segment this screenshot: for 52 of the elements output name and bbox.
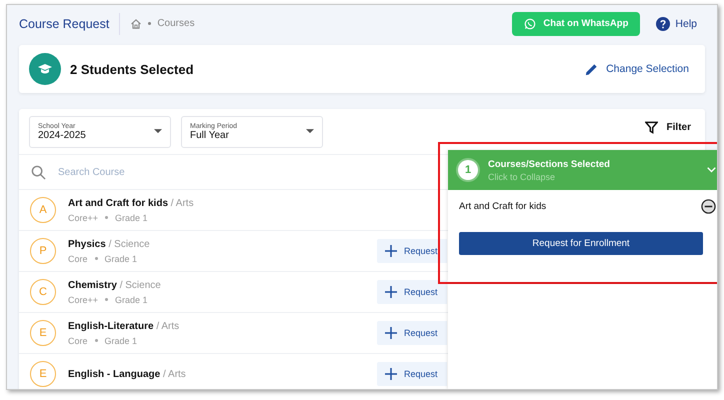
course-initial-avatar: P bbox=[30, 238, 56, 264]
separator-dot bbox=[94, 257, 98, 260]
separator-dot bbox=[105, 216, 108, 219]
help-icon bbox=[656, 16, 670, 30]
course-initial-avatar: E bbox=[30, 361, 56, 387]
separator-dot bbox=[105, 298, 108, 301]
separator-dot bbox=[94, 339, 98, 342]
request-enrollment-button[interactable]: Request for Enrollment bbox=[459, 232, 703, 255]
course-grade: Grade 1 bbox=[115, 294, 148, 304]
course-level: Core++ bbox=[68, 212, 98, 222]
course-title: English-Literature / Arts bbox=[68, 320, 180, 332]
request-course-button[interactable]: Request bbox=[377, 239, 447, 263]
caret-icon bbox=[306, 129, 314, 134]
chat-bubble-icon bbox=[524, 18, 536, 30]
change-selection-button[interactable]: Change Selection bbox=[578, 60, 695, 78]
funnel-icon bbox=[644, 121, 658, 134]
course-grade: Grade 1 bbox=[115, 212, 148, 222]
plus-icon bbox=[385, 286, 397, 298]
remove-icon[interactable] bbox=[701, 198, 716, 214]
course-title: Physics / Science bbox=[68, 238, 150, 250]
panel-subtitle: Click to Collapse bbox=[488, 172, 556, 182]
caret-icon bbox=[154, 129, 162, 134]
request-course-button[interactable]: Request bbox=[377, 280, 447, 304]
course-title: Chemistry / Science bbox=[68, 280, 161, 290]
page-title: Course Request bbox=[19, 16, 110, 30]
plus-icon bbox=[385, 245, 397, 257]
students-selected-label: 2 Students Selected bbox=[70, 62, 194, 76]
course-title: English - Language / Arts bbox=[68, 368, 186, 380]
filter-button[interactable]: Filter bbox=[644, 121, 691, 134]
search-icon bbox=[31, 164, 46, 180]
course-level: Core bbox=[68, 336, 88, 346]
course-grade: Grade 1 bbox=[104, 336, 138, 346]
separator-dot bbox=[148, 22, 152, 25]
course-grade: Grade 1 bbox=[104, 254, 138, 264]
plus-icon bbox=[385, 368, 397, 380]
help-button[interactable]: Help bbox=[656, 16, 697, 30]
request-course-button[interactable]: Request bbox=[377, 321, 447, 345]
home-icon[interactable] bbox=[130, 18, 142, 30]
course-initial-avatar: C bbox=[30, 279, 56, 305]
pencil-icon bbox=[584, 62, 600, 76]
course-initial-avatar: E bbox=[30, 320, 56, 346]
selected-course-name: Art and Craft for kids bbox=[459, 200, 546, 212]
course-title: Art and Craft for kids / Arts bbox=[68, 198, 194, 208]
panel-title: Courses/Sections Selected bbox=[488, 158, 611, 170]
chevron-down-icon bbox=[707, 167, 716, 173]
course-initial-avatar: A bbox=[30, 197, 56, 223]
plus-icon bbox=[385, 327, 397, 339]
course-level: Core++ bbox=[68, 294, 98, 304]
request-course-button[interactable]: Request bbox=[377, 362, 447, 386]
graduation-cap-icon bbox=[29, 53, 61, 85]
selected-count-badge: 1 bbox=[458, 160, 478, 180]
course-level: Core bbox=[68, 254, 88, 264]
